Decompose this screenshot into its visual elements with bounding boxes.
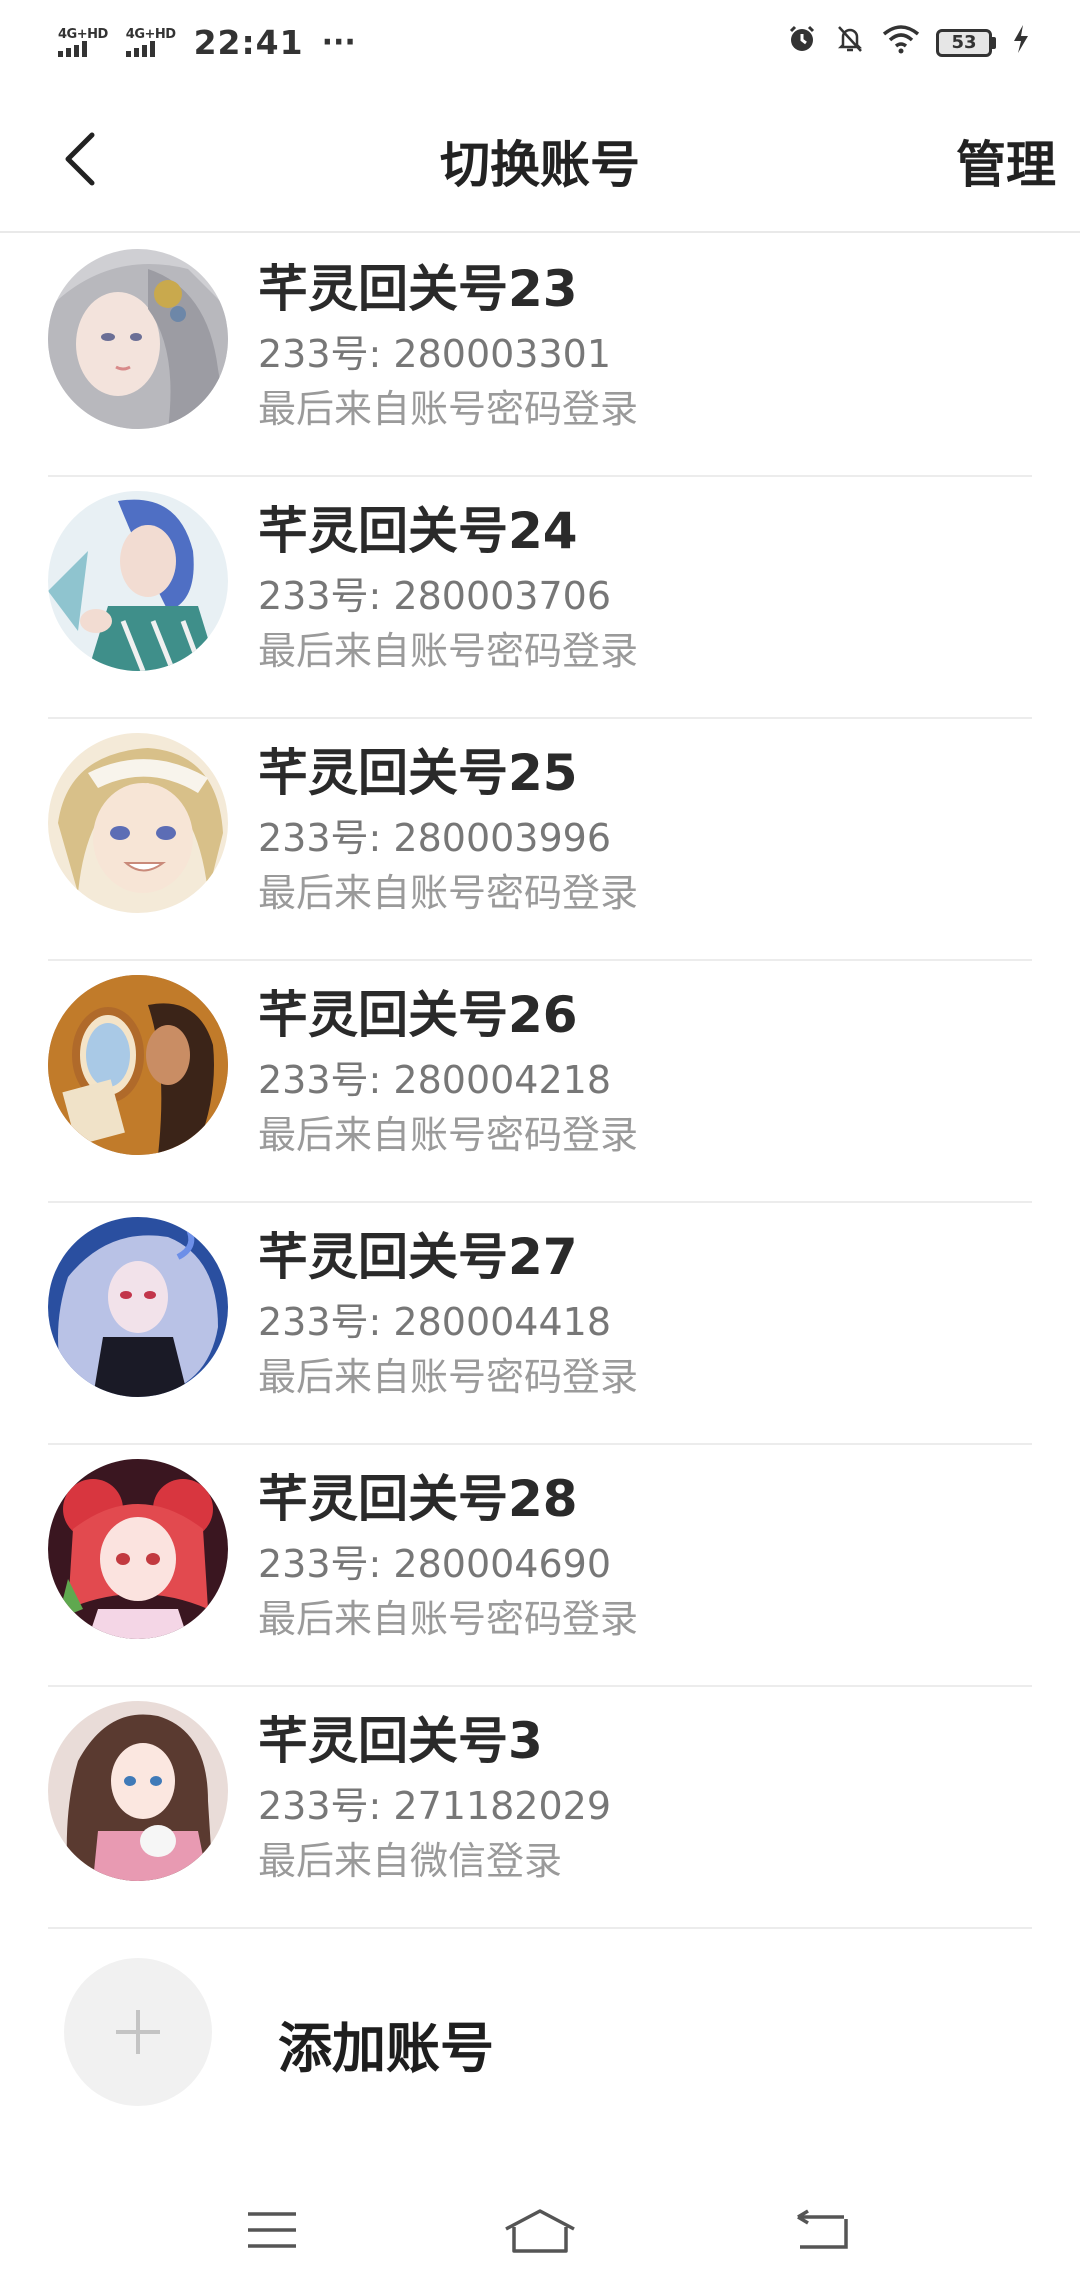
back-nav-button[interactable]	[782, 2198, 862, 2262]
account-item[interactable]: 芊灵回关号27 233号: 280004418 最后来自账号密码登录	[0, 1203, 1080, 1445]
avatar	[48, 975, 228, 1155]
account-uid: 233号: 280003301	[258, 332, 612, 376]
add-account-row[interactable]: 添加账号	[0, 1958, 1080, 2108]
alarm-icon	[786, 23, 818, 63]
login-source: 最后来自账号密码登录	[258, 1355, 639, 1399]
account-name: 芊灵回关号25	[258, 744, 578, 802]
system-nav-bar	[0, 2180, 1080, 2280]
login-source: 最后来自账号密码登录	[258, 1113, 639, 1157]
avatar	[48, 1217, 228, 1397]
avatar	[48, 1701, 228, 1881]
status-bar: 4G+HD 4G+HD 22:41 ··· 53	[0, 0, 1080, 85]
network-label: 4G+HD	[58, 27, 108, 42]
add-account-label: 添加账号	[278, 2017, 494, 2080]
login-source: 最后来自微信登录	[258, 1839, 563, 1883]
account-uid: 233号: 280004690	[258, 1542, 612, 1586]
account-item[interactable]: 芊灵回关号24 233号: 280003706 最后来自账号密码登录	[0, 477, 1080, 719]
login-source: 最后来自账号密码登录	[258, 629, 639, 673]
avatar	[48, 249, 228, 429]
header: 切换账号 管理	[0, 85, 1080, 233]
manage-button[interactable]: 管理	[956, 125, 1056, 197]
mute-icon	[834, 23, 866, 63]
account-item[interactable]: 芊灵回关号26 233号: 280004218 最后来自账号密码登录	[0, 961, 1080, 1203]
charging-icon	[1012, 23, 1030, 62]
account-item[interactable]: 芊灵回关号25 233号: 280003996 最后来自账号密码登录	[0, 719, 1080, 961]
account-uid: 233号: 280003996	[258, 816, 612, 860]
account-uid: 233号: 280004218	[258, 1058, 612, 1102]
account-item[interactable]: 芊灵回关号28 233号: 280004690 最后来自账号密码登录	[0, 1445, 1080, 1687]
account-uid: 233号: 280004418	[258, 1300, 612, 1344]
account-item[interactable]: 芊灵回关号23 233号: 280003301 最后来自账号密码登录	[0, 235, 1080, 477]
menu-button[interactable]	[232, 2198, 312, 2262]
account-list: 芊灵回关号23 233号: 280003301 最后来自账号密码登录 芊灵回关号…	[0, 235, 1080, 1929]
network-label: 4G+HD	[125, 27, 176, 42]
account-item[interactable]: 芊灵回关号3 233号: 271182029 最后来自微信登录	[0, 1687, 1080, 1929]
login-source: 最后来自账号密码登录	[258, 1597, 639, 1641]
account-name: 芊灵回关号3	[258, 1712, 543, 1770]
avatar	[48, 733, 228, 913]
login-source: 最后来自账号密码登录	[258, 871, 639, 915]
account-name: 芊灵回关号24	[258, 502, 578, 560]
account-uid: 233号: 271182029	[258, 1784, 612, 1828]
add-account-button[interactable]	[64, 1958, 212, 2106]
divider	[48, 1927, 1032, 1929]
account-uid: 233号: 280003706	[258, 574, 612, 618]
home-button[interactable]	[500, 2198, 580, 2262]
account-name: 芊灵回关号23	[258, 260, 578, 318]
more-notifications-icon: ···	[321, 25, 356, 60]
status-left: 4G+HD 4G+HD 22:41 ···	[58, 23, 356, 62]
account-name: 芊灵回关号26	[258, 986, 578, 1044]
clock: 22:41	[193, 23, 304, 62]
signal-icon: 4G+HD	[58, 28, 108, 57]
back-icon	[797, 2209, 848, 2249]
signal-icon: 4G+HD	[125, 27, 176, 57]
avatar	[48, 491, 228, 671]
battery-icon: 53	[936, 28, 996, 57]
avatar	[48, 1459, 228, 1639]
account-name: 芊灵回关号28	[258, 1470, 578, 1528]
account-name: 芊灵回关号27	[258, 1228, 578, 1286]
status-right: 53	[786, 23, 1030, 63]
page-title: 切换账号	[440, 136, 640, 194]
login-source: 最后来自账号密码登录	[258, 387, 639, 431]
home-icon	[505, 2209, 575, 2253]
menu-icon	[248, 2212, 296, 2248]
battery-level: 53	[936, 28, 992, 57]
wifi-icon	[882, 23, 920, 62]
plus-icon	[116, 2010, 160, 2054]
